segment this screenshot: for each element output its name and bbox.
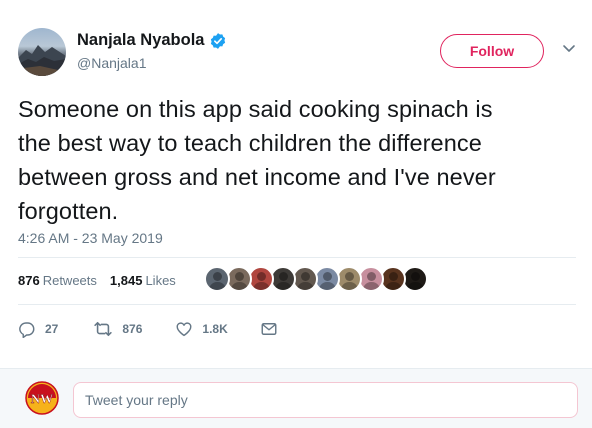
author-name[interactable]: Nanjala Nyabola (77, 31, 227, 50)
like-action[interactable]: 1.8K (175, 320, 228, 338)
envelope-icon (261, 323, 277, 335)
nw-logo-text: NW (31, 391, 53, 406)
verified-badge-icon (211, 32, 226, 49)
likes-stat-count: 1,845 (109, 273, 143, 288)
tweet-text-line: Someone on this app said cooking spinach… (18, 96, 493, 122)
retweet-action[interactable]: 876 (93, 319, 142, 339)
chevron-down-icon[interactable] (562, 44, 576, 54)
tweet-text-line: the best way to teach children the diffe… (18, 130, 482, 156)
reply-count: 27 (45, 322, 59, 336)
tweet-card: Nanjala Nyabola @Nanjala1 Follow Someone… (0, 0, 592, 368)
reply-action[interactable]: 27 (18, 320, 58, 338)
tweet-actions: 27 876 1.8K (18, 318, 278, 340)
likers-avatars (204, 266, 428, 294)
tweet-text-line: forgotten. (18, 198, 119, 224)
mountain-landscape-avatar-icon (18, 45, 66, 76)
retweets-stat-count: 876 (18, 273, 40, 288)
retweets-stat[interactable]: 876 Retweets (18, 273, 97, 288)
author-name-text[interactable]: Nanjala Nyabola (77, 31, 204, 50)
author-avatar[interactable] (18, 28, 66, 76)
divider (18, 304, 576, 305)
tweet-stats: 876 Retweets 1,845 Likes (18, 273, 189, 288)
nw-logo-icon[interactable]: NW (25, 381, 59, 415)
tweet-text-line: between gross and net income and I've ne… (18, 164, 496, 190)
reply-icon (19, 322, 35, 338)
like-count: 1.8K (202, 322, 228, 336)
retweet-count: 876 (122, 322, 143, 336)
retweets-stat-label: Retweets (42, 273, 97, 288)
likes-stat[interactable]: 1,845 Likes (110, 273, 176, 288)
reply-input[interactable] (73, 382, 578, 418)
heart-icon (176, 322, 192, 337)
divider (18, 257, 576, 258)
message-action[interactable] (260, 320, 278, 338)
author-handle[interactable]: @Nanjala1 (77, 55, 146, 71)
retweet-icon (94, 321, 113, 337)
tweet-text: Someone on this app said cooking spinach… (18, 92, 580, 228)
reply-bar: NW (0, 368, 592, 428)
tweet-timestamp[interactable]: 4:26 AM - 23 May 2019 (18, 230, 163, 246)
liker-avatar[interactable] (204, 266, 230, 292)
follow-button[interactable]: Follow (440, 34, 544, 68)
likes-stat-label: Likes (145, 273, 176, 288)
